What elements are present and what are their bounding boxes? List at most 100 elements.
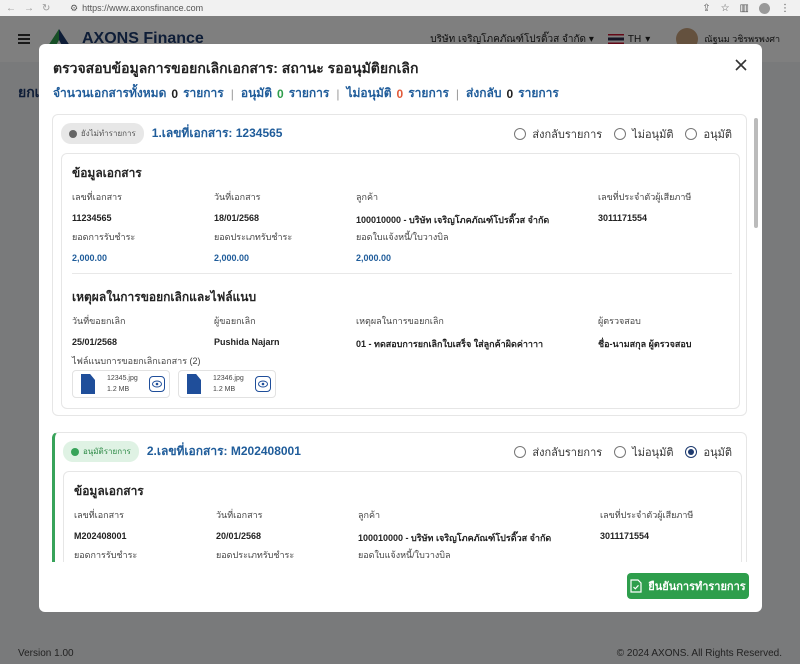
radio-return-label: ส่งกลับรายการ	[532, 129, 603, 141]
field-reviewer: ผู้ตรวจสอบ ชื่อ-นามสกุล ผู้ตรวจสอบ	[598, 314, 692, 351]
card-header: อนุมัติรายการ 2.เลขที่เอกสาร: M202408001	[63, 441, 301, 462]
field-amount-received: ยอดการรับชำระ 2,000.00	[72, 230, 135, 263]
field-label: เหตุผลในการขอยกเลิก	[356, 316, 444, 326]
field-doc-date: วันที่เอกสาร 18/01/2568	[214, 190, 260, 223]
share-icon[interactable]: ⇪	[702, 3, 710, 14]
eye-icon[interactable]	[149, 376, 165, 392]
radio-approve-label: อนุมัติ	[703, 447, 732, 459]
confirm-button[interactable]: ยืนยันการทำรายการ	[627, 573, 749, 599]
url-text: https://www.axonsfinance.com	[82, 3, 204, 13]
field-reason: เหตุผลในการขอยกเลิก 01 - ทดสอบการยกเลิกใ…	[356, 314, 543, 351]
document-list[interactable]: ยังไม่ทำรายการ 1.เลขที่เอกสาร: 1234565 ส…	[52, 114, 749, 562]
field-value: 3011171554	[600, 531, 650, 541]
file-name: 12345.jpg	[107, 375, 138, 382]
field-amount-received: ยอดการรับชำระ	[74, 548, 137, 562]
radio-reject[interactable]: ไม่อนุมัติ	[614, 125, 673, 143]
status-badge-text: อนุมัติรายการ	[83, 447, 131, 456]
attachment-item[interactable]: 12346.jpg 1.2 MB	[178, 370, 276, 398]
profile-icon[interactable]	[759, 2, 770, 14]
radio-approve[interactable]: อนุมัติ	[685, 443, 732, 461]
radio-reject-label: ไม่อนุมัติ	[632, 129, 674, 141]
section-doc-title: ข้อมูลเอกสาร	[72, 166, 142, 180]
card-header: ยังไม่ทำรายการ 1.เลขที่เอกสาร: 1234565	[61, 123, 282, 144]
radio-reject[interactable]: ไม่อนุมัติ	[614, 443, 673, 461]
menu-icon[interactable]: ⋮	[780, 3, 790, 14]
radio-return[interactable]: ส่งกลับรายการ	[514, 443, 602, 461]
back-icon[interactable]: ←	[6, 3, 16, 14]
field-customer: ลูกค้า 100010000 - บริษัท เจริญโภคภัณฑ์โ…	[356, 190, 549, 227]
field-value: 2,000.00	[214, 253, 250, 263]
field-label: ยอดการรับชำระ	[74, 550, 138, 560]
field-label: ยอดใบแจ้งหนี้/ใบวางบิล	[358, 550, 451, 560]
radio-circle[interactable]	[514, 446, 527, 458]
radio-circle[interactable]	[614, 128, 627, 140]
file-size: 1.2 MB	[213, 386, 236, 393]
field-label: วันที่เอกสาร	[214, 192, 261, 202]
radio-circle[interactable]	[514, 128, 527, 140]
summary-total-count: 0	[171, 86, 179, 101]
reload-icon[interactable]: ↻	[42, 3, 50, 14]
file-icon	[187, 374, 201, 394]
decision-radio-group: ส่งกลับรายการ ไม่อนุมัติ อนุมัติ	[514, 125, 732, 143]
field-value: M202408001	[74, 531, 127, 541]
field-doc-no: เลขที่เอกสาร M202408001	[74, 508, 127, 541]
summary-total-label: จำนวนเอกสารทั้งหมด	[53, 86, 167, 100]
close-icon[interactable]	[732, 56, 750, 74]
radio-return[interactable]: ส่งกลับรายการ	[514, 125, 602, 143]
bookmark-icon[interactable]: ☆	[721, 3, 730, 14]
document-card: อนุมัติรายการ 2.เลขที่เอกสาร: M202408001…	[52, 432, 747, 562]
address-bar[interactable]: ⚙ https://www.axonsfinance.com	[70, 3, 203, 14]
field-customer: ลูกค้า 100010000 - บริษัท เจริญโภคภัณฑ์โ…	[358, 508, 551, 545]
section-doc-title: ข้อมูลเอกสาร	[74, 484, 144, 498]
radio-approve[interactable]: อนุมัติ	[685, 125, 732, 143]
field-label: ยอดใบแจ้งหนี้/ใบวางบิล	[356, 232, 449, 242]
summary-separator: |	[455, 86, 460, 101]
radio-circle-selected[interactable]	[685, 446, 698, 458]
radio-circle[interactable]	[614, 446, 627, 458]
summary-bar: จำนวนเอกสารทั้งหมด 0 รายการ | อนุมัติ 0 …	[53, 84, 559, 103]
summary-rejected-count: 0	[396, 86, 404, 101]
attachment-item[interactable]: 12345.jpg 1.2 MB	[72, 370, 170, 398]
field-value: 25/01/2568	[72, 337, 118, 347]
summary-approved-label: อนุมัติ	[240, 86, 272, 100]
scrollbar[interactable]	[754, 118, 758, 228]
browser-toolbar: ← → ↻ ⚙ https://www.axonsfinance.com ⇪ ☆…	[0, 0, 800, 16]
field-value: 2,000.00	[72, 253, 108, 263]
field-tax-id: เลขที่ประจำตัวผู้เสียภาษี 3011171554	[598, 190, 691, 223]
field-label: ยอดประเภทรับชำระ	[214, 232, 293, 242]
status-badge: ยังไม่ทำรายการ	[61, 123, 144, 144]
field-amount-invoice: ยอดใบแจ้งหนี้/ใบวางบิล	[358, 548, 451, 562]
site-info-icon[interactable]: ⚙	[70, 3, 78, 14]
field-amount-invoice: ยอดใบแจ้งหนี้/ใบวางบิล 2,000.00	[356, 230, 449, 263]
confirm-button-label: ยืนยันการทำรายการ	[648, 581, 746, 593]
radio-circle[interactable]	[685, 128, 698, 140]
field-label: วันที่ขอยกเลิก	[72, 316, 126, 326]
document-title: 1.เลขที่เอกสาร: 1234565	[151, 126, 283, 140]
summary-approved-count: 0	[277, 86, 284, 101]
summary-returned-unit: รายการ	[518, 86, 559, 100]
file-size: 1.2 MB	[107, 386, 130, 393]
field-value: ชื่อ-นามสกุล ผู้ตรวจสอบ	[598, 339, 692, 349]
field-amount-estimated: ยอดประเภทรับชำระ 2,000.00	[214, 230, 292, 263]
file-meta: 12345.jpg 1.2 MB	[107, 373, 138, 395]
attachments-label: ไฟล์แนบการขอยกเลิกเอกสาร (2)	[72, 356, 201, 366]
pending-status-icon	[69, 129, 77, 138]
field-value: 3011171554	[598, 213, 648, 223]
field-requester: ผู้ขอยกเลิก Pushida Najarn	[214, 314, 280, 347]
browser-nav: ← → ↻	[0, 3, 70, 14]
field-value: 2,000.00	[356, 253, 392, 263]
summary-approved-unit: รายการ	[288, 86, 330, 100]
eye-icon[interactable]	[255, 376, 271, 392]
file-icon	[81, 374, 95, 394]
sidebar-icon[interactable]: ▥	[740, 3, 749, 14]
forward-icon[interactable]: →	[24, 3, 34, 14]
radio-approve-label: อนุมัติ	[703, 129, 732, 141]
field-value: 20/01/2568	[216, 531, 262, 541]
decision-radio-group: ส่งกลับรายการ ไม่อนุมัติ อนุมัติ	[514, 443, 732, 461]
summary-separator: |	[336, 86, 340, 101]
field-label: ลูกค้า	[356, 192, 379, 202]
check-circle-icon	[71, 447, 79, 456]
field-label: เลขที่ประจำตัวผู้เสียภาษี	[600, 510, 694, 520]
field-value: Pushida Najarn	[214, 337, 280, 347]
radio-return-label: ส่งกลับรายการ	[532, 447, 603, 459]
